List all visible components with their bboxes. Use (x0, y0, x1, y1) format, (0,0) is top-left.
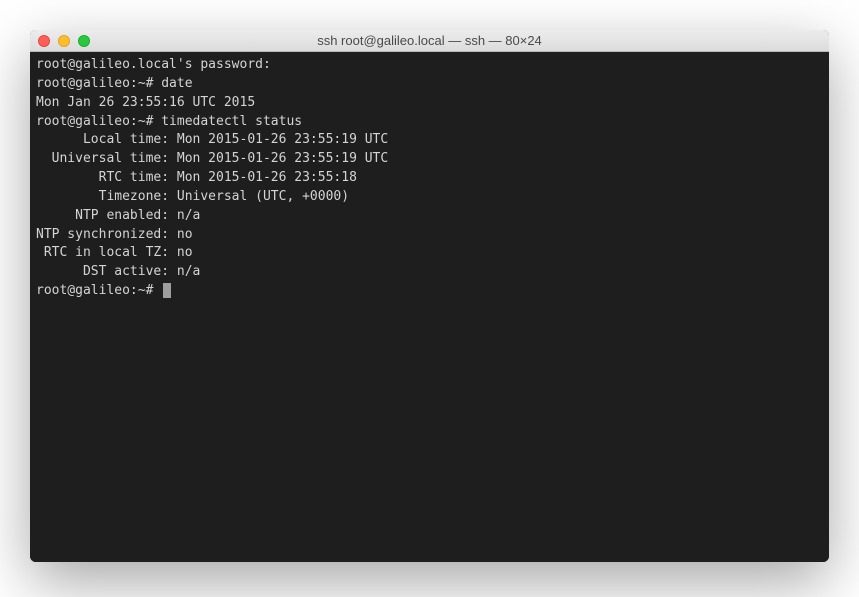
terminal-line: root@galileo.local's password: (36, 56, 823, 75)
terminal-line: RTC in local TZ: no (36, 244, 823, 263)
prompt: root@galileo:~# (36, 283, 161, 298)
terminal-line: root@galileo:~# date (36, 75, 823, 94)
terminal-line: Universal time: Mon 2015-01-26 23:55:19 … (36, 150, 823, 169)
terminal-line: RTC time: Mon 2015-01-26 23:55:18 (36, 169, 823, 188)
terminal-body[interactable]: root@galileo.local's password:root@galil… (30, 52, 829, 562)
terminal-prompt-line: root@galileo:~# (36, 282, 823, 301)
cursor (163, 283, 171, 298)
close-button[interactable] (38, 35, 50, 47)
window-titlebar: ssh root@galileo.local — ssh — 80×24 (30, 30, 829, 52)
terminal-line: Mon Jan 26 23:55:16 UTC 2015 (36, 94, 823, 113)
terminal-line: Timezone: Universal (UTC, +0000) (36, 188, 823, 207)
terminal-window: ssh root@galileo.local — ssh — 80×24 roo… (30, 30, 829, 562)
traffic-lights (38, 35, 90, 47)
maximize-button[interactable] (78, 35, 90, 47)
window-title: ssh root@galileo.local — ssh — 80×24 (30, 33, 829, 48)
terminal-line: NTP synchronized: no (36, 226, 823, 245)
terminal-line: NTP enabled: n/a (36, 207, 823, 226)
terminal-line: root@galileo:~# timedatectl status (36, 113, 823, 132)
terminal-line: DST active: n/a (36, 263, 823, 282)
minimize-button[interactable] (58, 35, 70, 47)
terminal-line: Local time: Mon 2015-01-26 23:55:19 UTC (36, 131, 823, 150)
